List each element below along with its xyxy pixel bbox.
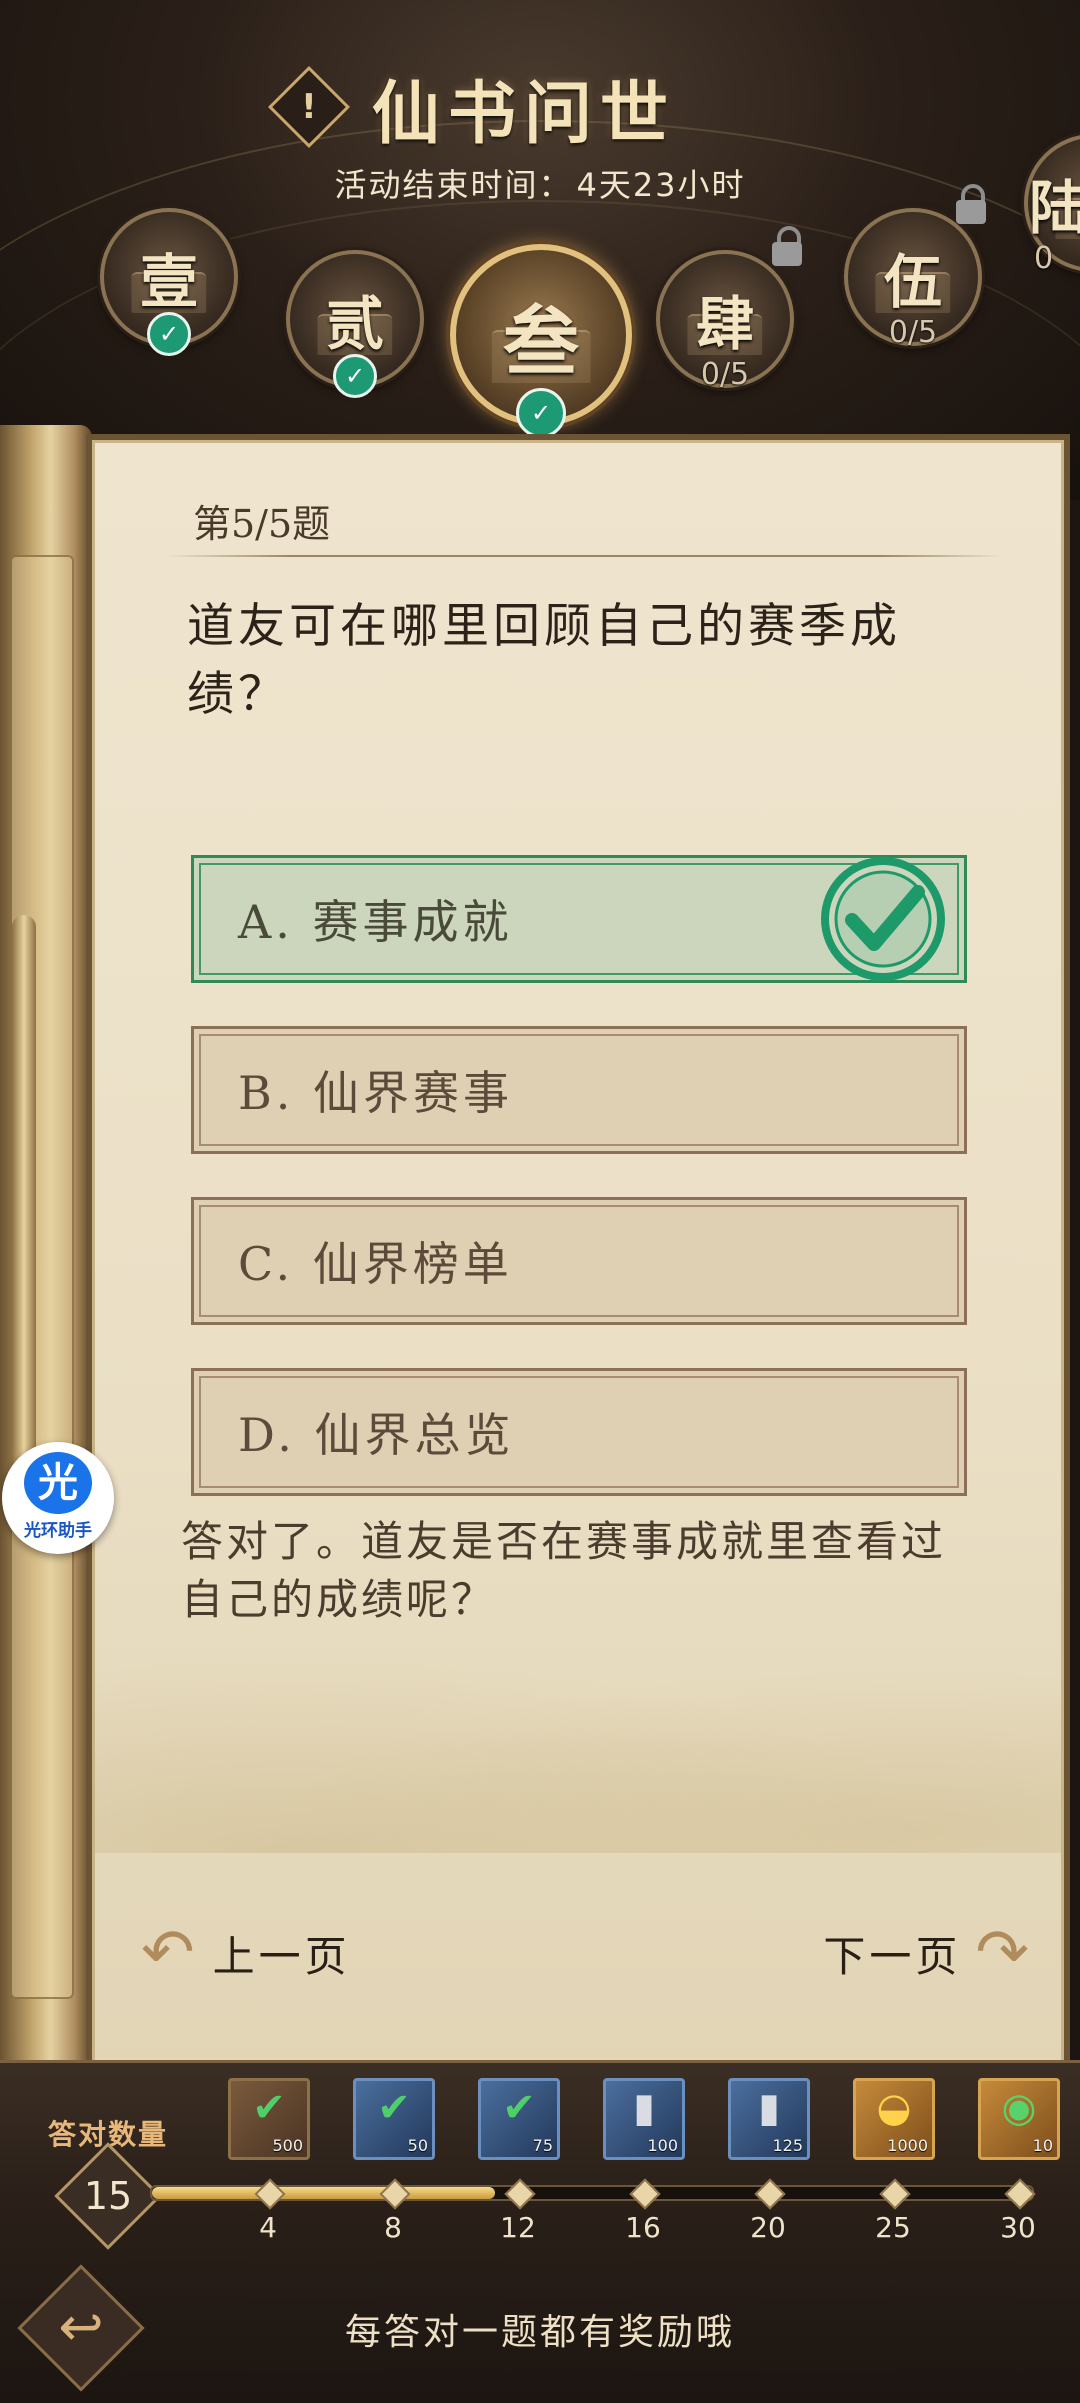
scroll-frame-left xyxy=(0,425,92,2070)
chapter-label: 叁 xyxy=(503,297,579,386)
milestone-label: 8 xyxy=(384,2211,402,2244)
jade-dragon-icon: ◉ xyxy=(1001,2085,1037,2131)
option-label: D. 仙界总览 xyxy=(238,1408,515,1462)
rewards-bar: 答对数量 15 4 8 12 16 20 25 30 ✔ 500 ✔ 50 ✔ 75 ▮ 100 ▮ 125 ◒… xyxy=(0,2060,1080,2403)
reward-item[interactable]: ◒ 1000 xyxy=(853,2078,935,2160)
silver-ingot-icon: ▮ xyxy=(757,2085,780,2131)
reward-item[interactable]: ◉ 10 xyxy=(978,2078,1060,2160)
milestone-marker xyxy=(1004,2178,1036,2210)
gold-ingot-icon: ◒ xyxy=(876,2085,912,2131)
answer-option-d[interactable]: D. 仙界总览 xyxy=(191,1368,967,1496)
correct-check-icon xyxy=(821,857,945,981)
title-row: ! 仙书问世 xyxy=(267,62,676,154)
event-header: ! 仙书问世 活动结束时间： 4天23小时 壹 ✓ 贰 ✓ 叁 ✓ 肆 0/5 伍… xyxy=(0,0,1080,500)
prev-page-button[interactable]: ↶ 上一页 xyxy=(141,1913,351,1993)
completed-check-icon: ✓ xyxy=(147,312,191,356)
milestone-label: 16 xyxy=(625,2211,661,2244)
chapter-progress: 0 xyxy=(1034,241,1054,276)
correct-count-value: 15 xyxy=(83,2174,133,2218)
timer-label: 活动结束时间： xyxy=(334,166,573,204)
answer-feedback: 答对了。道友是否在赛事成就里查看过自己的成绩呢？ xyxy=(181,1517,947,1624)
completed-check-icon: ✓ xyxy=(333,354,377,398)
chapter-tab-1[interactable]: 壹 ✓ xyxy=(100,208,238,356)
event-timer: 活动结束时间： 4天23小时 xyxy=(0,160,1080,206)
green-banner-icon: ✔ xyxy=(502,2085,536,2131)
reward-item[interactable]: ✔ 50 xyxy=(353,2078,435,2160)
reward-quantity: 125 xyxy=(772,2136,803,2155)
option-label: C. 仙界榜单 xyxy=(238,1237,513,1291)
milestone-marker xyxy=(629,2178,661,2210)
reward-quantity: 75 xyxy=(532,2136,553,2155)
option-label: A. 赛事成就 xyxy=(238,895,513,949)
milestone-marker xyxy=(879,2178,911,2210)
completed-check-icon: ✓ xyxy=(516,388,566,438)
scroll-rod xyxy=(12,915,36,1475)
green-banner-icon: ✔ xyxy=(252,2085,286,2131)
prev-page-label: 上一页 xyxy=(212,1931,351,1981)
chapter-label: 陆 xyxy=(1028,174,1080,242)
chapter-tab-4[interactable]: 肆 0/5 xyxy=(656,250,794,392)
reward-quantity: 50 xyxy=(407,2136,428,2155)
chapter-progress: 0/5 xyxy=(700,357,750,392)
reward-item[interactable]: ▮ 100 xyxy=(603,2078,685,2160)
curved-arrow-left-icon: ↶ xyxy=(141,1916,199,1990)
next-page-button[interactable]: 下一页 ↷ xyxy=(823,1913,1033,1993)
answer-option-a[interactable]: A. 赛事成就 xyxy=(191,855,967,983)
helper-label: 光环助手 xyxy=(24,1521,92,1541)
chapter-tab-3[interactable]: 叁 ✓ xyxy=(450,244,632,438)
silver-ingot-icon: ▮ xyxy=(632,2085,655,2131)
reward-quantity: 10 xyxy=(1032,2136,1053,2155)
chapter-label: 贰 xyxy=(325,290,384,358)
reward-quantity: 500 xyxy=(272,2136,303,2155)
chapter-progress: 0/5 xyxy=(888,315,938,350)
floating-helper-button[interactable]: 光 光环助手 xyxy=(2,1442,114,1554)
quiz-panel: 第5/5题 道友可在哪里回顾自己的赛季成绩？ A. 赛事成就 B. 仙界赛事 C… xyxy=(92,440,1064,2076)
reward-hint: 每答对一题都有奖励哦 xyxy=(344,2312,735,2353)
lock-icon xyxy=(954,184,988,224)
reward-item[interactable]: ✔ 75 xyxy=(478,2078,560,2160)
next-page-label: 下一页 xyxy=(823,1931,962,1981)
info-icon[interactable]: ! xyxy=(267,65,351,149)
answer-option-b[interactable]: B. 仙界赛事 xyxy=(191,1026,967,1154)
option-label: B. 仙界赛事 xyxy=(238,1066,514,1120)
milestone-marker xyxy=(754,2178,786,2210)
milestone-label: 20 xyxy=(750,2211,786,2244)
reward-item[interactable]: ✔ 500 xyxy=(228,2078,310,2160)
question-text: 道友可在哪里回顾自己的赛季成绩？ xyxy=(187,599,901,722)
timer-value: 4天23小时 xyxy=(576,166,746,204)
milestone-marker xyxy=(504,2178,536,2210)
reward-quantity: 100 xyxy=(647,2136,678,2155)
reward-quantity: 1000 xyxy=(887,2136,928,2155)
milestone-label: 4 xyxy=(259,2211,277,2244)
milestone-label: 30 xyxy=(1000,2211,1036,2244)
divider xyxy=(165,555,1005,557)
cloud-pattern xyxy=(95,1623,1061,1853)
answer-option-c[interactable]: C. 仙界榜单 xyxy=(191,1197,967,1325)
green-banner-icon: ✔ xyxy=(377,2085,411,2131)
question-number: 第5/5题 xyxy=(193,502,331,546)
chapter-label: 壹 xyxy=(139,248,198,316)
chapter-tab-2[interactable]: 贰 ✓ xyxy=(286,250,424,398)
milestone-label: 12 xyxy=(500,2211,536,2244)
chapter-label: 肆 xyxy=(695,290,754,358)
chapter-label: 伍 xyxy=(883,248,942,316)
milestone-marker xyxy=(379,2178,411,2210)
milestone-marker xyxy=(254,2178,286,2210)
progress-fill xyxy=(152,2187,496,2199)
chapter-tab-5[interactable]: 伍 0/5 xyxy=(844,208,982,350)
event-title: 仙书问世 xyxy=(372,73,677,154)
lock-icon xyxy=(770,226,804,266)
reward-item[interactable]: ▮ 125 xyxy=(728,2078,810,2160)
milestone-label: 25 xyxy=(875,2211,911,2244)
helper-logo-icon: 光 xyxy=(24,1452,92,1514)
curved-arrow-right-icon: ↷ xyxy=(975,1916,1033,1990)
